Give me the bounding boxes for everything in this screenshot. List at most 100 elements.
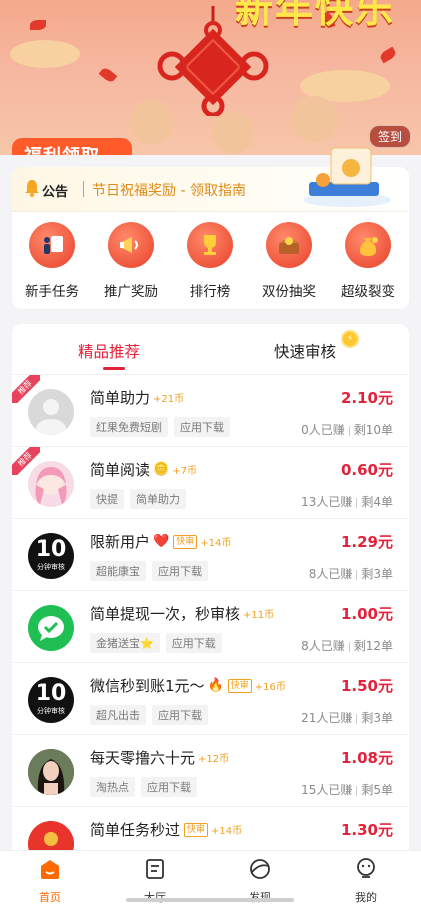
quick-action-newbie[interactable]: 新手任务 [12,222,92,300]
task-tag: 淘热点 [90,777,135,797]
home-indicator[interactable] [126,898,294,902]
task-stats: 13人已赚 剩4单 [301,495,393,509]
task-tag: 红果免费短剧 [90,417,168,437]
petal-decoration [98,66,118,84]
coin-reward: +14币 [211,826,243,837]
chat-bubble-icon [38,616,64,641]
task-title: 简单助力 +21币 [90,389,185,407]
treasure-chest-icon [266,222,312,268]
task-tags: 淘热点 应用下载 [90,777,197,797]
task-row[interactable]: 推荐 简单阅读 🪙 +7币 快提 简单助力 0.60元 13人已赚 剩4单 [12,446,409,518]
task-price: 1.29元 [340,533,393,551]
cloud-decoration [10,40,80,68]
heart-icon: ❤️ [153,534,170,549]
bell-icon [25,180,39,197]
notice-bar[interactable]: 公告 节日祝福奖励 - 领取指南 [12,147,409,212]
money-bag-icon [345,222,391,268]
task-stats: 0人已赚 剩10单 [301,423,393,437]
coin-reward: +11币 [243,610,275,621]
task-price: 2.10元 [340,389,393,407]
child-figure [292,96,338,142]
newbie-task-icon [29,222,75,268]
anime-avatar-icon [35,467,67,505]
avatar [28,461,74,507]
task-tags: 红果免费短剧 应用下载 [90,417,230,437]
avatar [28,389,74,435]
task-tag: 应用下载 [165,633,222,653]
child-figure [212,112,254,154]
welfare-tab[interactable]: 福利领取 [12,138,132,155]
task-tags: 快提 简单助力 [90,489,186,509]
tab-fast-review[interactable]: 快速审核 [274,340,336,362]
coin-reward: +21币 [153,394,185,405]
task-title: 每天零撸六十元 +12币 [90,749,230,767]
task-tag: 简单助力 [130,489,186,509]
chinese-knot-icon [157,6,269,116]
task-list-card: 精品推荐 快速审核 ⚡ 推荐 简单助力 +21币 红果免费短剧 应用下载 2.10… [12,324,409,864]
quick-action-lottery[interactable]: 双份抽奖 [249,222,329,300]
task-price: 1.00元 [340,605,393,623]
petal-decoration [378,46,398,64]
profile-icon [357,858,375,878]
task-row[interactable]: 简单提现一次，秒审核 +11币 金猪送宝⭐ 应用下载 1.00元 8人已赚 剩12单 [12,590,409,662]
coin-reward: +7币 [172,466,197,477]
trophy-icon [187,222,233,268]
task-tag: 超凡出击 [90,705,146,725]
quick-action-promotion[interactable]: 推广奖励 [91,222,171,300]
task-stats: 8人已赚 剩3单 [308,567,393,581]
discover-icon [250,859,270,879]
tab-indicator [103,367,125,370]
fire-icon: 🔥 [207,678,224,693]
task-tag: 应用下载 [152,705,208,725]
task-tags: 金猪送宝⭐ 应用下载 [90,633,222,653]
notice-text[interactable]: 节日祝福奖励 - 领取指南 [92,180,246,200]
coin-reward: +12币 [198,754,230,765]
task-tag: 快提 [90,489,124,509]
task-title: 限新用户 ❤️ 快审 +14币 [90,533,232,551]
lightning-badge-icon: ⚡ [341,330,359,348]
quick-action-label: 新手任务 [25,284,79,300]
avatar [28,605,74,651]
task-stats: 15人已赚 剩5单 [301,783,393,797]
nav-label: 首页 [39,891,61,904]
nav-hall[interactable]: 大厅 [120,857,190,904]
quick-action-label: 排行榜 [189,284,231,300]
task-tag: 应用下载 [141,777,197,797]
notice-card: 公告 节日祝福奖励 - 领取指南 新手任务 推广奖励 排行榜 双份抽奖 超级裂变 [12,147,409,309]
task-price: 1.08元 [340,749,393,767]
nav-profile[interactable]: 我的 [331,857,401,904]
bottom-nav: 首页 大厅 发现 我的 [0,850,421,904]
task-tags: 超能康宝 应用下载 [90,561,208,581]
task-stats: 21人已赚 剩3单 [301,711,393,725]
tab-recommended[interactable]: 精品推荐 [78,340,140,362]
notice-label: 公告 [42,185,69,200]
fast-review-badge: 快审 [184,822,209,837]
task-price: 1.50元 [340,677,393,695]
quick-action-leaderboard[interactable]: 排行榜 [170,222,250,300]
quick-action-fission[interactable]: 超级裂变 [328,222,408,300]
task-title: 微信秒到账1元～ 🔥 快审 +16币 [90,677,286,695]
task-title: 简单提现一次，秒审核 +11币 [90,605,275,623]
gift-box-icon [303,147,391,207]
task-tag: 超能康宝 [90,561,146,581]
nav-label: 我的 [355,891,377,904]
task-title: 简单任务秒过 快审 +14币 [90,821,243,839]
task-row[interactable]: 10 分钟审核 限新用户 ❤️ 快审 +14币 超能康宝 应用下载 1.29元 8人已… [12,518,409,590]
nav-home[interactable]: 首页 [15,857,85,904]
avatar [28,749,74,795]
task-tag: 应用下载 [174,417,230,437]
quick-action-label: 超级裂变 [341,284,395,300]
promo-banner[interactable]: 新年快乐 福利领取 签到 [0,0,421,155]
default-avatar-icon [36,399,66,435]
task-tags: 超凡出击 应用下载 [90,705,208,725]
fast-review-badge: 快审 [227,678,252,693]
coin-reward: +14币 [200,538,232,549]
task-row[interactable]: 推荐 简单助力 +21币 红果免费短剧 应用下载 2.10元 0人已赚 剩10单 [12,374,409,446]
task-row[interactable]: 10 分钟审核 微信秒到账1元～ 🔥 快审 +16币 超凡出击 应用下载 1.50元 … [12,662,409,734]
task-row[interactable]: 每天零撸六十元 +12币 淘热点 应用下载 1.08元 15人已赚 剩5单 [12,734,409,806]
nav-discover[interactable]: 发现 [225,857,295,904]
task-title: 简单阅读 🪙 +7币 [90,461,197,479]
megaphone-icon [108,222,154,268]
petal-decoration [30,20,46,30]
task-tabs: 精品推荐 快速审核 ⚡ [12,324,409,374]
